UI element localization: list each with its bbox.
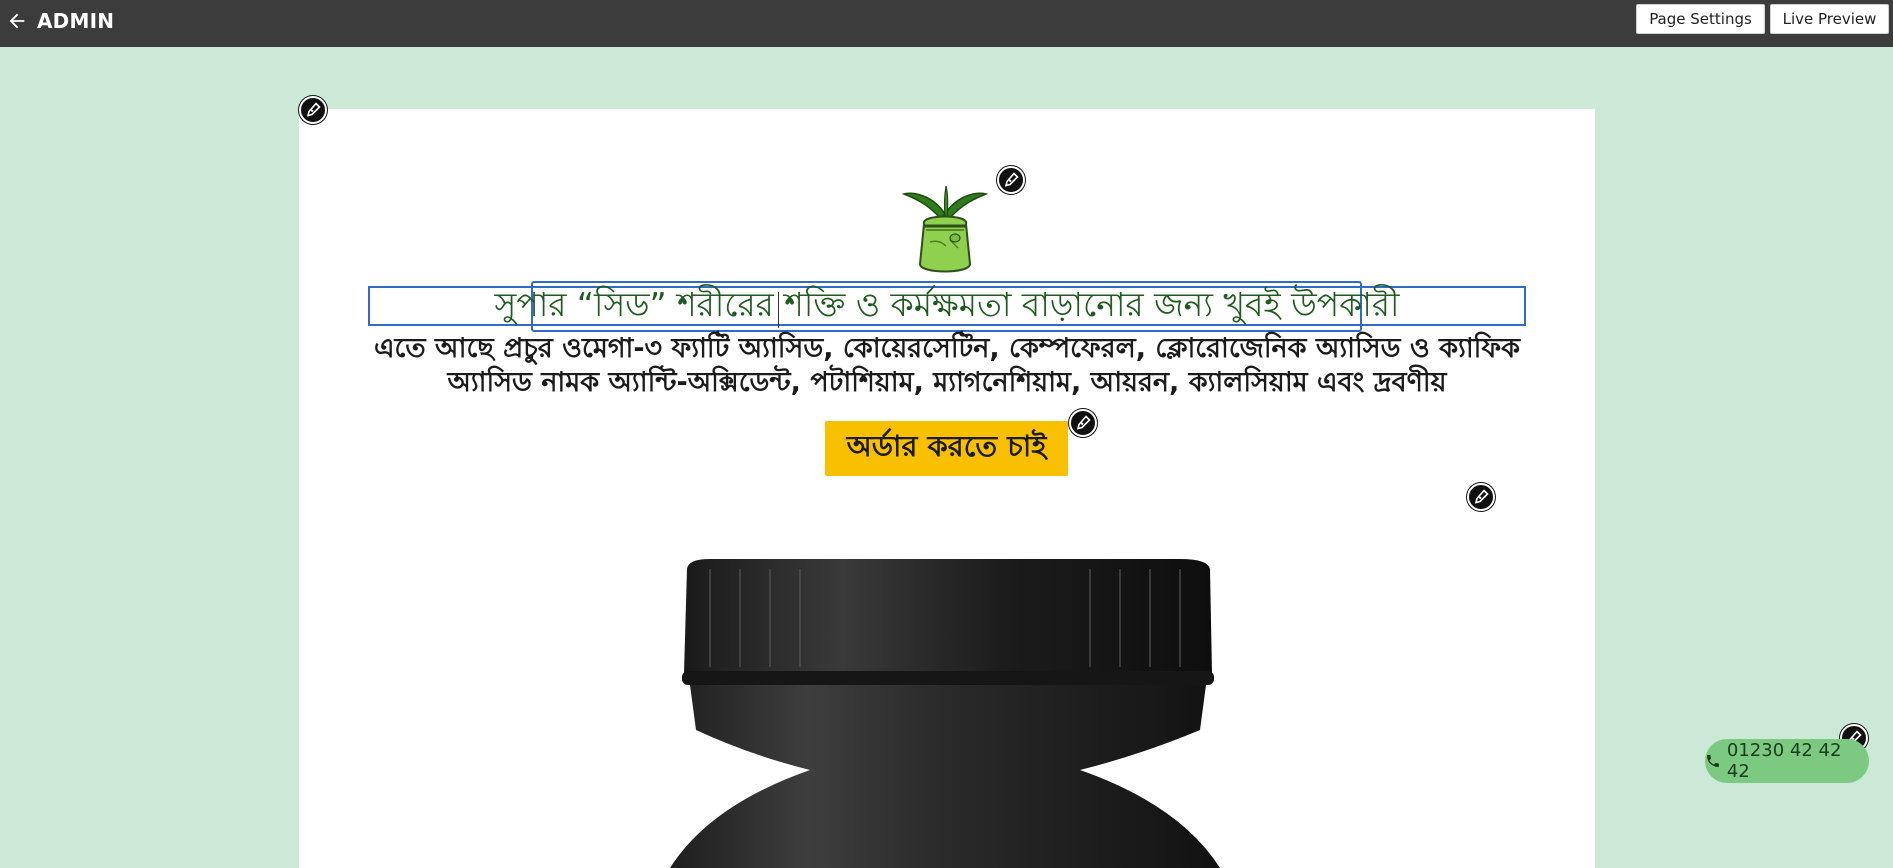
top-bar: ADMIN Page Settings Live Preview bbox=[0, 0, 1893, 47]
page-settings-button[interactable]: Page Settings bbox=[1636, 4, 1765, 34]
section-edit-icon[interactable] bbox=[299, 96, 327, 124]
admin-title: ADMIN bbox=[37, 9, 115, 33]
image-edit-icon[interactable] bbox=[1467, 483, 1495, 511]
back-arrow-icon[interactable] bbox=[6, 10, 28, 32]
headline-text[interactable]: সুপার “সিড” শরীরের শক্তি ও কর্মক্ষমতা বা… bbox=[368, 284, 1526, 326]
seed-pouch-logo[interactable] bbox=[902, 184, 988, 276]
logo-edit-icon[interactable] bbox=[997, 166, 1025, 194]
phone-number: 01230 42 42 42 bbox=[1726, 740, 1842, 782]
text-caret bbox=[778, 292, 779, 328]
call-button[interactable]: 01230 42 42 42 bbox=[1705, 739, 1869, 783]
order-button-edit-icon[interactable] bbox=[1069, 409, 1097, 437]
order-button[interactable]: অর্ডার করতে চাই bbox=[825, 421, 1068, 476]
product-jar-image[interactable] bbox=[620, 555, 1270, 868]
subtext-paragraph[interactable]: এতে আছে প্রচুর ওমেগা-৩ ফ্যাটি অ্যাসিড, ক… bbox=[368, 332, 1526, 400]
live-preview-button[interactable]: Live Preview bbox=[1770, 4, 1889, 34]
phone-icon bbox=[1706, 755, 1719, 767]
